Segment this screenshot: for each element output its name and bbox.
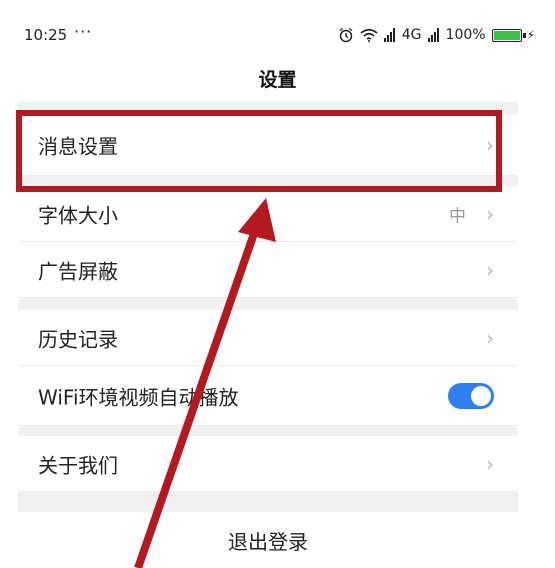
group-divider <box>18 426 518 436</box>
page-title: 设置 <box>258 69 297 91</box>
settings-item-label: 广告屏蔽 <box>38 259 118 283</box>
settings-item-font-size[interactable]: 字体大小 中 › <box>18 186 518 242</box>
charging-icon: ⚡ <box>526 28 535 42</box>
chevron-right-icon: › <box>486 451 494 476</box>
settings-item-label: 字体大小 <box>38 203 118 227</box>
settings-item-label: 历史记录 <box>38 327 118 351</box>
settings-item-label: 消息设置 <box>38 134 118 158</box>
font-size-value: 中 <box>449 206 466 226</box>
settings-item-about[interactable]: 关于我们 › <box>18 436 518 492</box>
group-divider <box>18 298 518 310</box>
group-divider <box>18 492 518 512</box>
battery-icon <box>491 28 526 42</box>
status-time: 10:25 <box>24 26 68 44</box>
chevron-right-icon: › <box>486 201 494 226</box>
status-icons: 4G 100% ⚡ <box>332 24 535 46</box>
settings-item-history[interactable]: 历史记录 › <box>18 310 518 366</box>
title-bar: 设置 <box>0 58 555 102</box>
toggle-knob <box>471 385 491 406</box>
signal-icon <box>427 28 440 42</box>
more-notifications-icon: ··· <box>74 22 93 41</box>
group-divider <box>18 102 518 114</box>
chevron-right-icon: › <box>486 132 494 157</box>
settings-item-message-settings[interactable]: 消息设置 › <box>18 114 518 176</box>
chevron-right-icon: › <box>486 325 494 350</box>
settings-item-ad-block[interactable]: 广告屏蔽 › <box>18 242 518 298</box>
signal-icon <box>383 28 396 42</box>
wifi-icon <box>360 28 378 42</box>
settings-screen: 10:25 ··· 4G 100% ⚡ 设置 消息设置 › 字体大小 中 › 广… <box>0 0 555 568</box>
group-divider <box>18 176 518 186</box>
battery-percent: 100% <box>445 27 486 43</box>
network-type: 4G <box>401 27 422 43</box>
wifi-autoplay-toggle[interactable] <box>448 382 494 409</box>
settings-item-wifi-autoplay: WiFi环境视频自动播放 <box>18 366 518 426</box>
settings-item-label: WiFi环境视频自动播放 <box>38 385 239 409</box>
settings-item-label: 关于我们 <box>38 453 118 477</box>
chevron-right-icon: › <box>486 257 494 282</box>
alarm-icon <box>339 27 353 43</box>
logout-button[interactable]: 退出登录 <box>228 512 308 568</box>
logout-row: 退出登录 <box>18 512 518 568</box>
